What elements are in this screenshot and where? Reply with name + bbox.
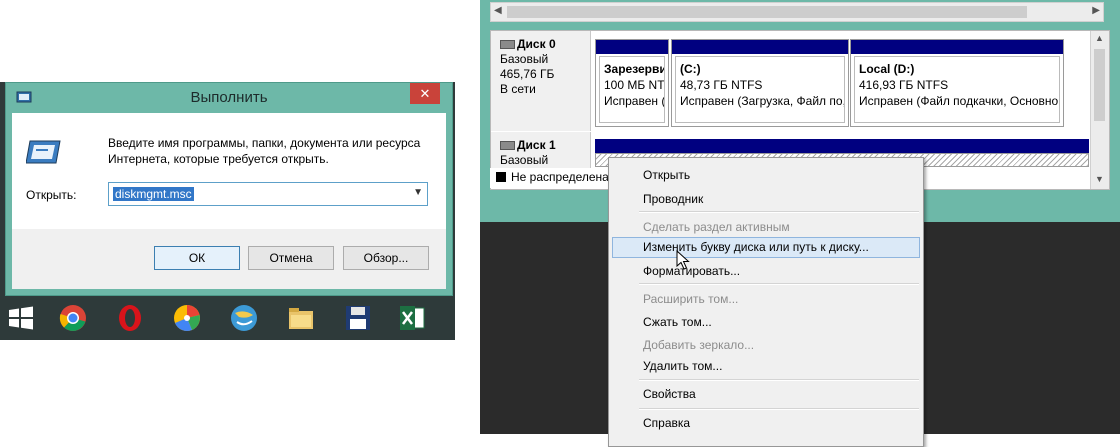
menu-item-shrink-volume[interactable]: Сжать том... <box>643 315 712 329</box>
menu-separator <box>639 211 919 213</box>
partition-name: Зарезерви <box>604 62 665 76</box>
run-title-bar: Выполнить ✕ <box>6 83 452 113</box>
menu-separator <box>639 408 919 410</box>
disk-1-name: Диск 1 <box>517 138 556 152</box>
ok-button[interactable]: ОК <box>154 246 240 270</box>
menu-item-format[interactable]: Форматировать... <box>643 264 740 278</box>
taskbar <box>0 296 455 340</box>
run-screenshot: Выполнить ✕ Введите имя программы, папки… <box>0 82 455 340</box>
menu-item-mark-active[interactable]: Сделать раздел активным <box>643 220 790 234</box>
legend-unallocated: Не распределена <box>490 168 609 188</box>
open-label: Открыть: <box>26 188 77 202</box>
run-client-area: Введите имя программы, папки, документа … <box>12 113 446 289</box>
floppy-save-icon[interactable] <box>343 303 373 333</box>
context-menu: Открыть Проводник Сделать раздел активны… <box>608 157 924 447</box>
menu-item-open[interactable]: Открыть <box>643 168 690 182</box>
mouse-cursor-icon <box>676 250 690 270</box>
legend-swatch <box>496 172 506 182</box>
picasa-icon[interactable] <box>172 303 202 333</box>
menu-item-extend-volume[interactable]: Расширить том... <box>643 292 738 306</box>
legend-label: Не распределена <box>511 170 609 184</box>
run-command-input[interactable]: diskmgmt.msc ▼ <box>108 182 428 206</box>
run-title: Выполнить <box>190 89 268 106</box>
partition-name: Local (D:) <box>859 62 915 76</box>
disk-0-label[interactable]: Диск 0 Базовый 465,76 ГБ В сети <box>491 31 591 131</box>
excel-icon[interactable] <box>397 303 427 333</box>
cancel-button[interactable]: Отмена <box>248 246 334 270</box>
scroll-down-icon[interactable]: ▼ <box>1095 174 1104 184</box>
run-command-value: diskmgmt.msc <box>113 187 194 201</box>
partition-info: 48,73 ГБ NTFS <box>680 78 763 92</box>
partition-bar <box>596 40 668 54</box>
partition-d[interactable]: Local (D:) 416,93 ГБ NTFS Исправен (Файл… <box>850 39 1064 127</box>
browse-button[interactable]: Обзор... <box>343 246 429 270</box>
disk-1-type: Базовый <box>500 153 549 167</box>
partition-c[interactable]: (C:) 48,73 ГБ NTFS Исправен (Загрузка, Ф… <box>671 39 849 127</box>
partition-status: Исправен (Загрузка, Файл по, <box>680 94 845 108</box>
scroll-right-icon[interactable]: ▶ <box>1092 5 1100 16</box>
menu-item-properties[interactable]: Свойства <box>643 387 696 401</box>
opera-icon[interactable] <box>115 303 145 333</box>
disk-1-partition-bar <box>595 139 1089 153</box>
disk-drive-icon <box>500 141 515 151</box>
chevron-down-icon[interactable]: ▼ <box>413 187 423 198</box>
scrollbar-thumb[interactable] <box>1094 49 1105 121</box>
windows-logo-icon[interactable] <box>6 303 36 333</box>
disk-drive-icon <box>500 40 515 50</box>
run-program-icon <box>26 140 61 164</box>
vertical-scrollbar[interactable]: ▲ ▼ <box>1090 31 1109 189</box>
run-dialog: Выполнить ✕ Введите имя программы, папки… <box>5 82 453 296</box>
menu-item-help[interactable]: Справка <box>643 416 690 430</box>
run-button-bar: ОК Отмена Обзор... <box>12 229 446 289</box>
chrome-icon[interactable] <box>58 303 88 333</box>
partition-bar <box>672 40 848 54</box>
browser-globe-icon[interactable] <box>229 303 259 333</box>
menu-item-delete-volume[interactable]: Удалить том... <box>643 359 722 373</box>
menu-item-add-mirror[interactable]: Добавить зеркало... <box>643 338 754 352</box>
partition-status: Исправен ( <box>604 94 665 108</box>
partition-reserved[interactable]: Зарезерви 100 МБ NTI Исправен ( <box>595 39 669 127</box>
disk-0-size: 465,76 ГБ <box>500 67 555 81</box>
disk-1-label[interactable]: Диск 1 Базовый <box>491 132 591 172</box>
menu-item-explorer[interactable]: Проводник <box>643 192 703 206</box>
partition-info: 100 МБ NTI <box>604 78 665 92</box>
close-button[interactable]: ✕ <box>410 83 440 104</box>
horizontal-scrollbar[interactable]: ◀ ▶ <box>490 2 1104 22</box>
menu-separator <box>639 379 919 381</box>
scrollbar-thumb[interactable] <box>507 6 1027 18</box>
run-description: Введите имя программы, папки, документа … <box>108 136 421 166</box>
disk-0-status: В сети <box>500 82 536 96</box>
disk-0-type: Базовый <box>500 52 549 66</box>
file-explorer-icon[interactable] <box>286 303 316 333</box>
partition-status: Исправен (Файл подкачки, Основно <box>859 94 1059 108</box>
partition-info: 416,93 ГБ NTFS <box>859 78 949 92</box>
partition-name: (C:) <box>680 62 701 76</box>
disk-0-name: Диск 0 <box>517 37 556 51</box>
menu-separator <box>639 283 919 285</box>
partition-bar <box>851 40 1063 54</box>
scroll-up-icon[interactable]: ▲ <box>1095 33 1104 43</box>
scroll-left-icon[interactable]: ◀ <box>494 5 502 16</box>
